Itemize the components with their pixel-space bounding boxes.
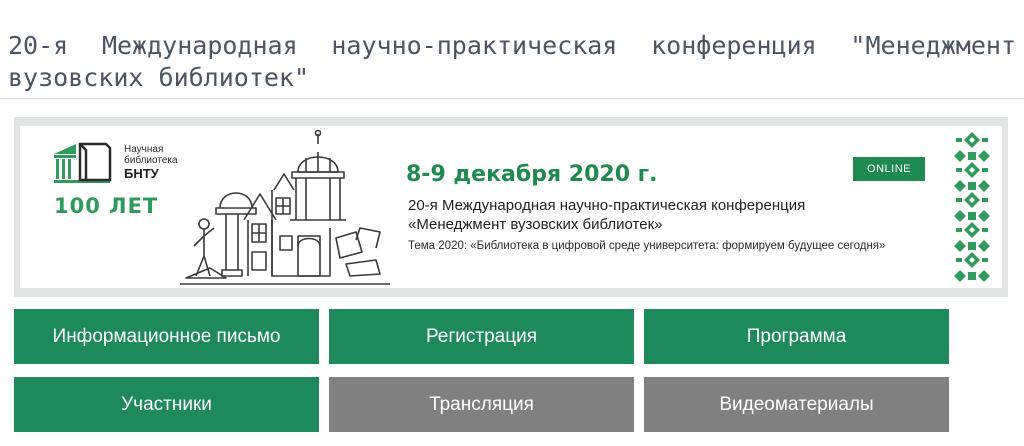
library-architecture-illustration <box>180 129 390 285</box>
conference-title: 20-я Международная научно-практическая к… <box>408 196 805 234</box>
anniversary-label: 100 ЛЕТ <box>54 194 159 218</box>
registration-button[interactable]: Регистрация <box>329 309 634 364</box>
conference-dates: 8-9 декабря 2020 г. <box>406 162 658 187</box>
conference-banner: Научная библиотека БНТУ 100 ЛЕТ 8-9 дека… <box>14 117 1008 297</box>
logo-line-3: БНТУ <box>124 166 159 181</box>
conference-title-line-2: «Менеджмент вузовских библиотек» <box>408 216 663 233</box>
page-title: 20-я Международная научно-практическая к… <box>8 31 1016 92</box>
video-materials-button[interactable]: Видеоматериалы <box>644 377 949 432</box>
logo-caption: Научная библиотека БНТУ <box>124 144 178 182</box>
header-divider <box>0 98 1024 99</box>
info-letter-button[interactable]: Информационное письмо <box>14 309 319 364</box>
folk-ornament-icon <box>954 132 990 282</box>
broadcast-button[interactable]: Трансляция <box>329 377 634 432</box>
library-building-icon <box>54 142 112 183</box>
participants-button[interactable]: Участники <box>14 377 319 432</box>
conference-title-line-1: 20-я Международная научно-практическая к… <box>408 197 806 214</box>
online-badge: ONLINE <box>853 157 925 181</box>
program-button[interactable]: Программа <box>644 309 949 364</box>
logo-line-1: Научная <box>124 144 164 155</box>
conference-theme: Тема 2020: «Библиотека в цифровой среде … <box>408 240 886 252</box>
logo-line-2: библиотека <box>124 155 178 166</box>
banner-content: Научная библиотека БНТУ 100 ЛЕТ 8-9 дека… <box>20 126 1002 288</box>
